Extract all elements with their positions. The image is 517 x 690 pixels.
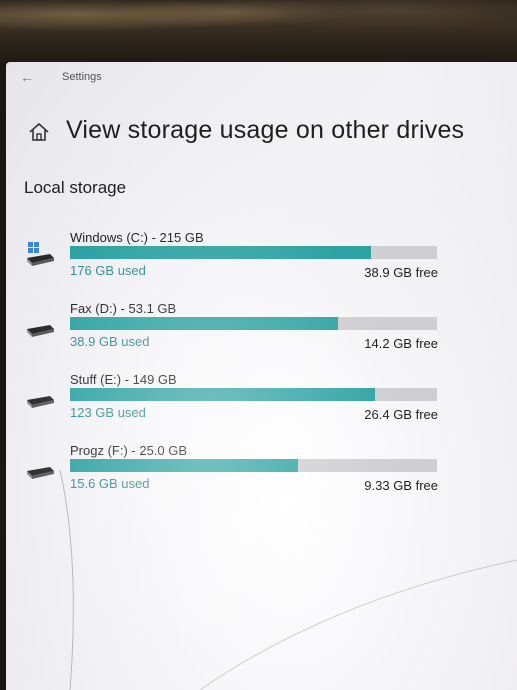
device-bezel [0, 0, 517, 64]
free-label: 26.4 GB free [364, 407, 438, 422]
used-label: 38.9 GB used [70, 334, 150, 349]
drive-name: Fax (D:) - 53.1 GB [70, 301, 177, 316]
usage-bar-fill [70, 388, 375, 401]
title-bar: ← Settings [6, 62, 517, 94]
usage-bar-fill [70, 246, 371, 259]
drive-name: Stuff (E:) - 149 GB [70, 372, 177, 387]
free-label: 14.2 GB free [364, 336, 438, 351]
drive-name: Progz (F:) - 25.0 GB [70, 443, 188, 458]
bezel-texture [0, 0, 517, 48]
drive-item[interactable]: Stuff (E:) - 149 GB 123 GB used 26.4 GB … [24, 372, 444, 432]
used-label: 123 GB used [70, 405, 146, 420]
hard-drive-icon [27, 467, 54, 479]
drive-item[interactable]: Progz (F:) - 25.0 GB 15.6 GB used 9.33 G… [24, 443, 444, 503]
usage-bar-fill [70, 317, 338, 330]
drive-item[interactable]: Windows (C:) - 215 GB 176 GB used 38.9 G… [24, 230, 444, 290]
hard-drive-icon [27, 325, 54, 337]
free-label: 9.33 GB free [364, 478, 438, 493]
section-title: Local storage [24, 178, 127, 197]
home-icon [29, 122, 49, 141]
used-label: 176 GB used [70, 263, 146, 278]
free-label: 38.9 GB free [364, 265, 438, 280]
usage-bar-fill [70, 459, 298, 472]
back-arrow-icon[interactable]: ← [20, 68, 38, 86]
app-title: Settings [62, 71, 102, 83]
usage-bar [70, 459, 437, 472]
usage-bar [70, 317, 437, 330]
settings-window: ← Settings View storage usage on other d… [6, 62, 517, 690]
drive-name: Windows (C:) - 215 GB [70, 230, 204, 245]
usage-bar [70, 388, 437, 401]
drive-item[interactable]: Fax (D:) - 53.1 GB 38.9 GB used 14.2 GB … [24, 301, 444, 361]
hard-drive-icon [27, 396, 54, 408]
windows-drive-icon [27, 242, 54, 266]
usage-bar [70, 246, 437, 259]
used-label: 15.6 GB used [70, 476, 150, 491]
page-title: View storage usage on other drives [66, 116, 465, 144]
